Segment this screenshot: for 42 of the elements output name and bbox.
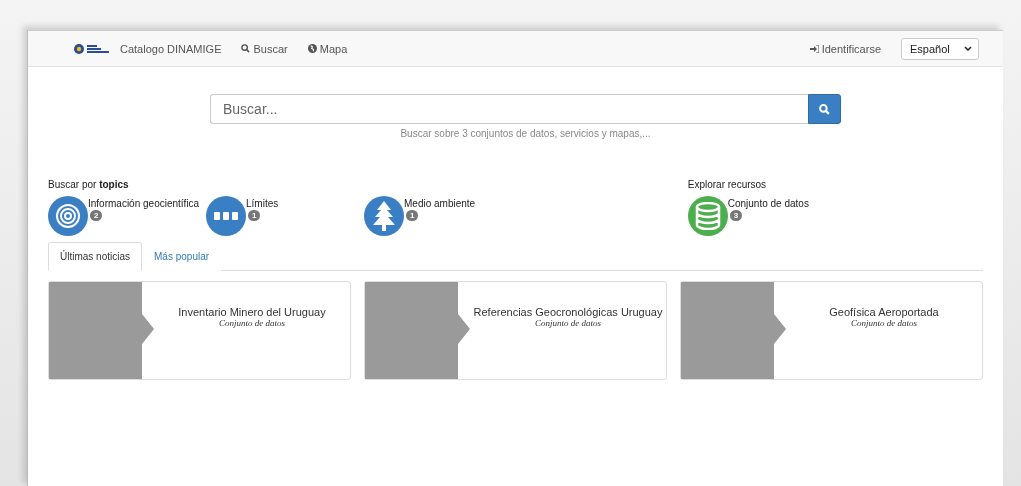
count-badge: 2 [90,210,103,221]
card-title[interactable]: Inventario Minero del Uruguay [178,306,326,318]
topic-icon-background[interactable] [206,196,246,236]
nav-link[interactable]: Mapa [307,42,348,55]
sign-in-icon [809,44,819,53]
database-icon [694,202,721,230]
topic-link[interactable]: Conjunto de datos [727,198,809,209]
count-badge: 1 [406,210,419,221]
login-link[interactable]: Identificarse [809,42,881,55]
chevron-down-icon [964,46,972,51]
dataset-card[interactable]: Geofísica Aeroportada Conjunto de datos [680,281,983,380]
card-type: Conjunto de datos [851,318,917,328]
nav-link[interactable]: Buscar [241,42,288,55]
card-type: Conjunto de datos [219,318,285,328]
search-icon [819,103,830,115]
search-hint: Buscar sobre 3 conjuntos de datos, servicios y mapas,... [399,128,652,139]
search-icon [241,44,251,53]
topic-link[interactable]: Información geocientífica [88,198,200,209]
topic-link[interactable]: Medio ambiente [404,198,476,209]
topic-link[interactable]: Límites [246,198,279,209]
search-field[interactable]: Buscar... [210,94,808,124]
section-heading: Explorar recursos [687,179,768,190]
card-title[interactable]: Referencias Geocronológicas Uruguay [473,306,663,318]
topic-icon-background[interactable] [364,196,404,236]
dataset-card[interactable]: Inventario Minero del Uruguay Conjunto de datos [48,281,351,380]
tree-icon [372,201,396,231]
brand-name[interactable]: Catalogo DINAMIGE [120,42,222,55]
dots-icon [214,212,238,220]
dataset-card[interactable]: Referencias Geocronológicas Uruguay Conjunto de datos [364,281,667,380]
globe-icon [307,44,317,53]
topic-icon-background[interactable] [48,196,88,236]
language-select[interactable]: Español [901,37,979,60]
card-title[interactable]: Geofísica Aeroportada [829,306,939,318]
search-button[interactable] [808,94,841,124]
count-badge: 1 [248,210,261,221]
count-badge: 3 [729,210,743,221]
rings-icon [55,203,81,229]
tab[interactable]: Últimas noticias [48,242,143,271]
logo[interactable] [74,42,112,55]
card-type: Conjunto de datos [535,318,601,328]
section-heading: Buscar por topics [48,179,130,190]
topic-icon-background[interactable] [687,196,728,236]
